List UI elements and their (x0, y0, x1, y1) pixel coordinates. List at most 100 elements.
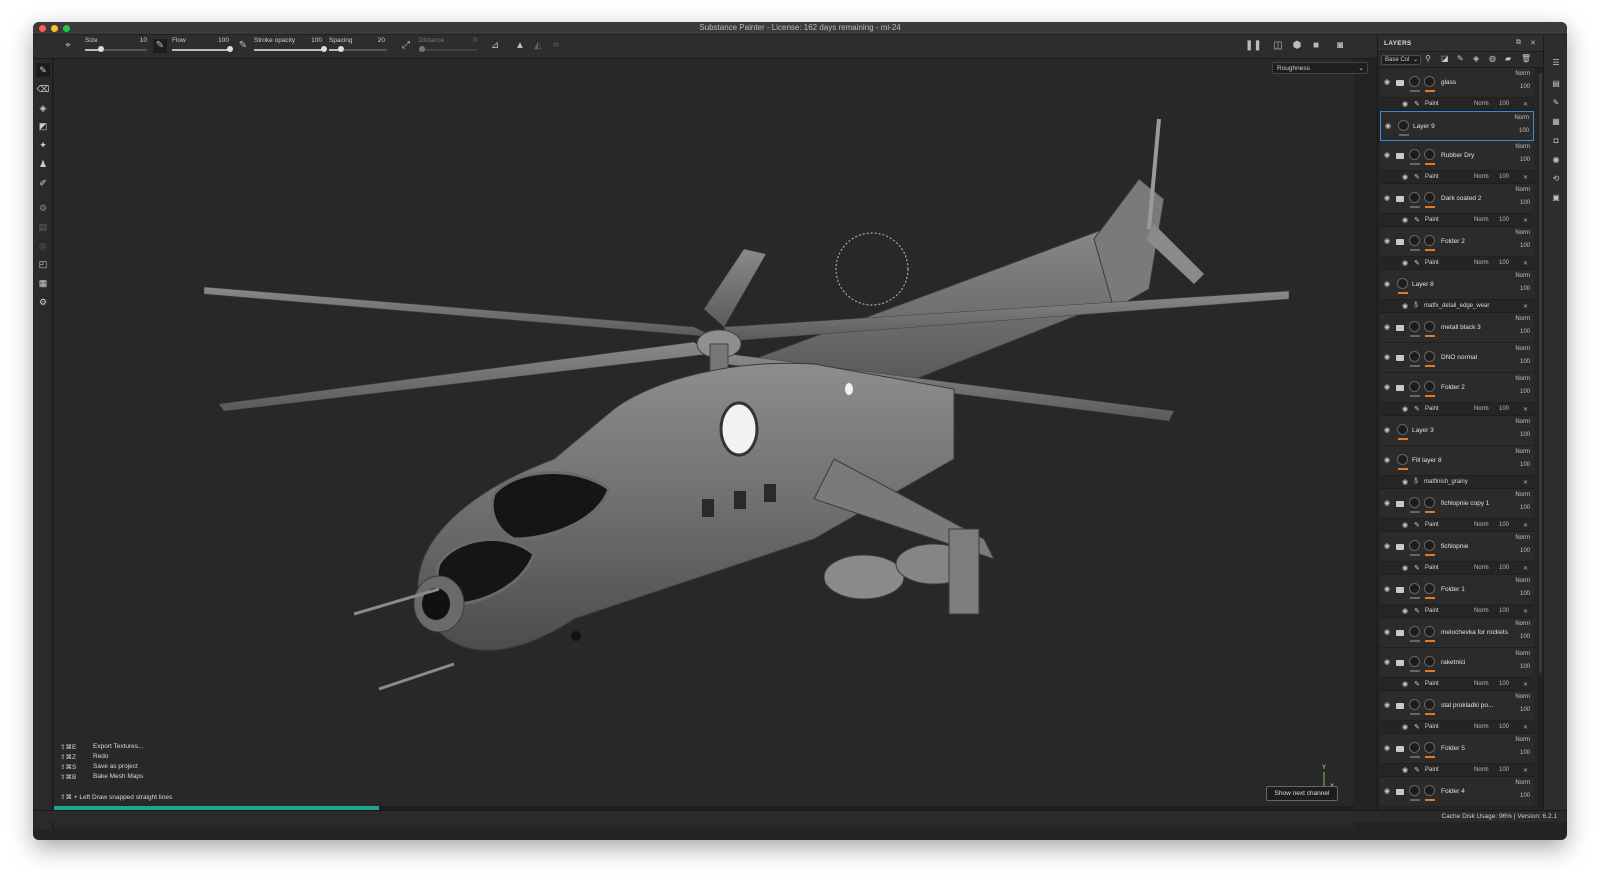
paint-sublayer-row[interactable]: ◉ ✎ Paint Norm 100 ✕ (1380, 721, 1534, 734)
paint-sublayer-row[interactable]: ◉ ✎ Paint Norm 100 ✕ (1380, 171, 1534, 184)
layer-item[interactable]: ◉ fichlopnie copy 1 Norm 100 (1380, 489, 1534, 519)
sublayer-blend-mode[interactable]: Norm (1474, 406, 1489, 412)
symmetry-icon[interactable]: ⊿ (488, 39, 502, 53)
blend-mode-select[interactable]: Norm (1515, 230, 1530, 236)
layer-item[interactable]: ◉ stal prokladki po... Norm 100 (1380, 691, 1534, 721)
layer-opacity[interactable]: 100 (1520, 591, 1530, 597)
spacing-slider-knob[interactable] (337, 46, 344, 52)
blend-mode-select[interactable]: Norm (1515, 780, 1530, 786)
layer-opacity[interactable]: 100 (1520, 505, 1530, 511)
layer-item[interactable]: ◉ Fill layer 8 Norm 100 (1380, 446, 1534, 476)
eye-icon[interactable]: ◉ (1384, 383, 1390, 391)
show-next-channel-button[interactable]: Show next channel (1266, 786, 1338, 801)
layer-opacity[interactable]: 100 (1520, 389, 1530, 395)
log-icon[interactable]: ▣ (1550, 192, 1562, 204)
blend-mode-select[interactable]: Norm (1515, 273, 1530, 279)
layer-item[interactable]: ◉ Folder 2 Norm 100 (1380, 373, 1534, 403)
eye-icon[interactable]: ◉ (1384, 499, 1390, 507)
layer-opacity[interactable]: 100 (1520, 329, 1530, 335)
layer-opacity[interactable]: 100 (1519, 128, 1529, 134)
sublayer-opacity[interactable]: 100 (1499, 565, 1509, 571)
layer-opacity[interactable]: 100 (1520, 432, 1530, 438)
layer-opacity[interactable]: 100 (1520, 243, 1530, 249)
eye-icon[interactable]: ◉ (1402, 521, 1408, 529)
paint-sublayer-row[interactable]: ◉ ✎ Paint Norm 100 ✕ (1380, 98, 1534, 111)
folder-icon[interactable] (1396, 501, 1404, 507)
blend-mode-select[interactable]: Norm (1515, 376, 1530, 382)
spacing-slider[interactable] (329, 46, 387, 52)
paint-brush-icon[interactable]: ✎ (36, 63, 50, 77)
blend-mode-select[interactable]: Norm (1515, 419, 1530, 425)
paint-sublayer-row[interactable]: ◉ ✎ Paint Norm 100 ✕ (1380, 403, 1534, 416)
layers-tab-icon[interactable]: ☰ (1550, 57, 1562, 69)
add-paint-layer-icon[interactable]: ✎ (1457, 54, 1464, 63)
layer-item[interactable]: ◉ Folder 2 Norm 100 (1380, 227, 1534, 257)
sublayer-opacity[interactable]: 100 (1499, 767, 1509, 773)
remove-icon[interactable]: ✕ (1523, 522, 1528, 529)
eye-icon[interactable]: ◉ (1402, 766, 1408, 774)
sublayer-blend-mode[interactable]: Norm (1474, 101, 1489, 107)
paint-sublayer-row[interactable]: ◉ ✎ Paint Norm 100 ✕ (1380, 764, 1534, 777)
eye-icon[interactable]: ◉ (1384, 353, 1390, 361)
eye-icon[interactable]: ◉ (1384, 237, 1390, 245)
sublayer-opacity[interactable]: 100 (1499, 522, 1509, 528)
remove-icon[interactable]: ✕ (1523, 767, 1528, 774)
eye-icon[interactable]: ◉ (1384, 701, 1390, 709)
layer-item[interactable]: ◉ Layer 3 Norm 100 (1380, 416, 1534, 446)
folder-icon[interactable] (1396, 789, 1404, 795)
display-icon[interactable]: ◎ (36, 239, 50, 253)
polygon-fill-icon[interactable]: ◩ (36, 119, 50, 133)
layer-item[interactable]: ◉ glass Norm 100 (1380, 68, 1534, 98)
sublayer-blend-mode[interactable]: Norm (1474, 522, 1489, 528)
remove-icon[interactable]: ✕ (1523, 724, 1528, 731)
eye-icon[interactable]: ◉ (1402, 259, 1408, 267)
size-value[interactable]: 10 (127, 37, 147, 44)
layer-opacity[interactable]: 100 (1520, 634, 1530, 640)
eye-icon[interactable]: ◉ (1384, 426, 1390, 434)
sublayer-opacity[interactable]: 100 (1499, 101, 1509, 107)
layer-opacity[interactable]: 100 (1520, 84, 1530, 90)
eye-icon[interactable]: ◉ (1402, 216, 1408, 224)
sublayer-opacity[interactable]: 100 (1499, 174, 1509, 180)
stroke-opacity-value[interactable]: 100 (302, 37, 322, 44)
properties-icon[interactable]: ✎ (1550, 97, 1562, 109)
layer-channel-select[interactable]: Base Col ⌄ (1381, 55, 1421, 65)
camera-video-icon[interactable]: ■ (1309, 39, 1323, 53)
export-icon[interactable]: ▤ (36, 220, 50, 234)
eye-icon[interactable]: ◉ (1384, 658, 1390, 666)
bake-icon[interactable]: ⚙ (36, 201, 50, 215)
sublayer-blend-mode[interactable]: Norm (1474, 217, 1489, 223)
sublayer-blend-mode[interactable]: Norm (1474, 608, 1489, 614)
stroke-opacity-slider[interactable] (254, 46, 327, 52)
viewport-channel-select[interactable]: Roughness ⌄ (1272, 62, 1368, 74)
layer-item[interactable]: ◉ melochevka for rockets Norm 100 (1380, 618, 1534, 648)
eye-icon[interactable]: ◉ (1384, 280, 1390, 288)
paint-sublayer-row[interactable]: ◉ ✎ Paint Norm 100 ✕ (1380, 214, 1534, 227)
layer-opacity[interactable]: 100 (1520, 200, 1530, 206)
blend-mode-select[interactable]: Norm (1515, 535, 1530, 541)
eye-icon[interactable]: ◉ (1384, 744, 1390, 752)
remove-icon[interactable]: ✕ (1523, 681, 1528, 688)
sublayer-blend-mode[interactable]: Norm (1474, 681, 1489, 687)
layer-item[interactable]: ◉ Folder 4 Norm 100 (1380, 777, 1534, 807)
add-fill-layer-icon[interactable]: ◈ (1473, 54, 1479, 63)
blend-mode-select[interactable]: Norm (1515, 316, 1530, 322)
eye-icon[interactable]: ◉ (1384, 323, 1390, 331)
pen-pressure-icon[interactable]: ✎ (153, 39, 167, 53)
sublayer-opacity[interactable]: 100 (1499, 681, 1509, 687)
layer-opacity[interactable]: 100 (1520, 548, 1530, 554)
spacing-value[interactable]: 20 (365, 37, 385, 44)
eye-icon[interactable]: ◉ (1402, 173, 1408, 181)
color-picker-icon[interactable]: ✐ (36, 176, 50, 190)
flow-slider[interactable] (172, 46, 233, 52)
blend-mode-select[interactable]: Norm (1514, 115, 1529, 121)
projection-icon[interactable]: ◈ (36, 101, 50, 115)
float-panel-icon[interactable]: ⧉ (1516, 39, 1521, 47)
folder-icon[interactable] (1396, 196, 1404, 202)
sublayer-opacity[interactable]: 100 (1499, 406, 1509, 412)
paint-sublayer-row[interactable]: ◉ ✎ Paint Norm 100 ✕ (1380, 605, 1534, 618)
pause-icon[interactable]: ❚❚ (1245, 39, 1262, 53)
eye-icon[interactable]: ◉ (1384, 151, 1390, 159)
close-panel-icon[interactable]: ✕ (1530, 39, 1536, 47)
blend-mode-select[interactable]: Norm (1515, 449, 1530, 455)
